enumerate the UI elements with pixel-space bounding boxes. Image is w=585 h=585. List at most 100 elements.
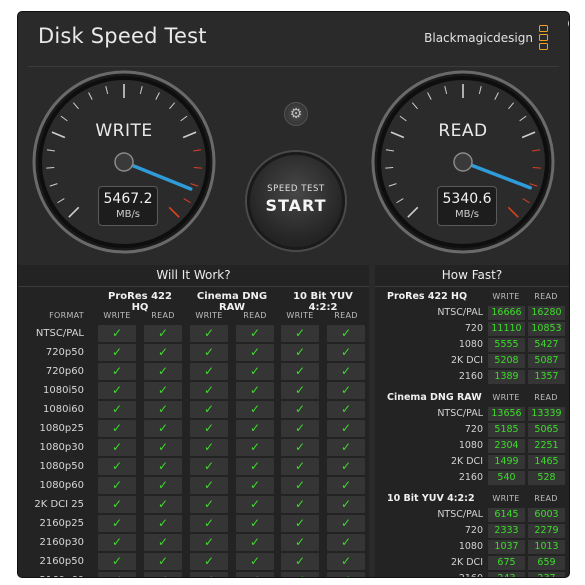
how-fast-section: ProRes 422 HQ WRITE READ NTSC/PAL 16666 16280… xyxy=(375,288,569,389)
resolution-label: 2K DCI xyxy=(450,355,483,366)
section-header: ProRes 422 HQ WRITE READ xyxy=(375,288,569,305)
format-label: 1080p30 xyxy=(39,442,84,453)
speed-row: 2K DCI 675 659 xyxy=(375,555,569,571)
section-header: Cinema DNG RAW WRITE READ xyxy=(375,389,569,406)
format-row: 1080i60 ✓ ✓ ✓ ✓ ✓ ✓ xyxy=(18,400,369,419)
check-icon: ✓ xyxy=(327,515,365,532)
check-icon: ✓ xyxy=(144,344,182,361)
resolution-label: 1080 xyxy=(458,339,483,350)
format-row: 2160p60 ✓ ✓ ✓ ✓ ✓ ✓ xyxy=(18,571,369,577)
brand-name: Blackmagicdesign xyxy=(424,31,533,45)
check-icon: ✓ xyxy=(281,458,319,475)
how-fast-title: How Fast? xyxy=(375,265,569,287)
check-icon: ✓ xyxy=(236,401,274,418)
check-icon: ✓ xyxy=(327,458,365,475)
check-icon: ✓ xyxy=(144,363,182,380)
gauge-hub xyxy=(114,152,134,172)
check-icon: ✓ xyxy=(144,439,182,456)
resolution-label: 720 xyxy=(464,525,483,536)
check-icon: ✓ xyxy=(281,420,319,437)
check-icon: ✓ xyxy=(236,496,274,513)
check-icon: ✓ xyxy=(236,382,274,399)
check-icon: ✓ xyxy=(144,420,182,437)
check-icon: ✓ xyxy=(144,496,182,513)
format-label: 1080p50 xyxy=(39,461,84,472)
how-fast-panel: How Fast? ProRes 422 HQ WRITE READ NTSC/PAL… xyxy=(375,265,569,577)
write-fps-value: 5208 xyxy=(488,354,525,368)
check-icon: ✓ xyxy=(327,363,365,380)
read-fps-value: 659 xyxy=(528,556,565,570)
check-icon: ✓ xyxy=(98,534,136,551)
read-fps-value: 16280 xyxy=(528,306,565,320)
check-icon: ✓ xyxy=(236,553,274,570)
format-label: 2K DCI 25 xyxy=(34,499,84,510)
check-icon: ✓ xyxy=(281,515,319,532)
check-icon: ✓ xyxy=(327,420,365,437)
start-button[interactable]: SPEED TEST START xyxy=(247,152,345,250)
read-fps-value: 1013 xyxy=(528,540,565,554)
check-icon: ✓ xyxy=(98,515,136,532)
brand-logo-icon xyxy=(539,25,549,50)
speed-row: 720 11110 10853 xyxy=(375,321,569,337)
settings-gear-icon[interactable]: ⚙ xyxy=(284,102,308,126)
format-row: 2160p50 ✓ ✓ ✓ ✓ ✓ ✓ xyxy=(18,552,369,571)
gauge-hub xyxy=(453,152,473,172)
speed-row: 1080 2304 2251 xyxy=(375,438,569,454)
check-icon: ✓ xyxy=(144,458,182,475)
read-fps-value: 10853 xyxy=(528,322,565,336)
check-icon: ✓ xyxy=(327,344,365,361)
read-fps-value: 237 xyxy=(528,572,565,577)
check-icon: ✓ xyxy=(190,458,228,475)
read-column-header: READ xyxy=(151,311,175,320)
read-speed-unit: MB/s xyxy=(454,209,480,220)
format-row: 1080p50 ✓ ✓ ✓ ✓ ✓ ✓ xyxy=(18,457,369,476)
resolution-label: NTSC/PAL xyxy=(437,307,483,318)
format-label: 1080i60 xyxy=(43,404,84,415)
read-fps-value: 1465 xyxy=(528,455,565,469)
resolution-label: 2160 xyxy=(458,371,483,382)
check-icon: ✓ xyxy=(190,420,228,437)
check-icon: ✓ xyxy=(236,344,274,361)
format-row: 1080p25 ✓ ✓ ✓ ✓ ✓ ✓ xyxy=(18,419,369,438)
format-column-header: FORMAT xyxy=(49,311,84,320)
check-icon: ✓ xyxy=(98,401,136,418)
resolution-label: 2K DCI xyxy=(450,456,483,467)
speed-row: 2160 243237 xyxy=(375,571,569,577)
gauges-area: WRITE 5467.2 MB/s ⚙ SPEED TEST START REA… xyxy=(18,68,569,268)
check-icon: ✓ xyxy=(327,382,365,399)
write-column-header: WRITE xyxy=(103,311,131,320)
how-fast-section: Cinema DNG RAW WRITE READ NTSC/PAL 13656 1333… xyxy=(375,389,569,490)
read-fps-value: 13339 xyxy=(528,407,565,421)
will-it-work-panel: Will It Work? FORMAT ProRes 422 HQ WRITE RE… xyxy=(18,265,369,577)
resolution-label: 1080 xyxy=(458,541,483,552)
check-icon: ✓ xyxy=(144,534,182,551)
check-icon: ✓ xyxy=(190,439,228,456)
read-column-header: READ xyxy=(243,311,267,320)
resolution-label: NTSC/PAL xyxy=(437,509,483,520)
read-readout: 5340.6 MB/s xyxy=(437,186,497,226)
section-header: 10 Bit YUV 4:2:2 WRITE READ xyxy=(375,490,569,507)
check-icon: ✓ xyxy=(281,401,319,418)
write-column-header: WRITE xyxy=(492,494,520,503)
read-fps-value: 6003 xyxy=(528,508,565,522)
read-column-header: READ xyxy=(334,311,358,320)
format-row: 720p60 ✓ ✓ ✓ ✓ ✓ ✓ xyxy=(18,362,369,381)
check-icon: ✓ xyxy=(327,439,365,456)
write-fps-value: 5185 xyxy=(488,423,525,437)
write-fps-value: 1389 xyxy=(488,370,525,384)
check-icon: ✓ xyxy=(144,382,182,399)
write-fps-value: 16666 xyxy=(488,306,525,320)
read-gauge-label: READ xyxy=(438,121,488,141)
speed-row: 2160 540 528 xyxy=(375,470,569,486)
check-icon: ✓ xyxy=(98,477,136,494)
resolution-label: 2160 xyxy=(458,472,483,483)
write-readout: 5467.2 MB/s xyxy=(98,186,158,226)
gauge-tick xyxy=(46,166,55,169)
format-rows: NTSC/PAL ✓ ✓ ✓ ✓ ✓ ✓ 720p50 ✓ ✓ ✓ ✓ ✓ ✓ 720p60 ✓ ✓ ✓ ✓ ✓ ✓ 10… xyxy=(18,324,369,577)
write-fps-value: 243 xyxy=(488,572,525,577)
check-icon: ✓ xyxy=(281,572,319,577)
check-icon: ✓ xyxy=(327,401,365,418)
write-fps-value: 675 xyxy=(488,556,525,570)
format-label: 2160p30 xyxy=(39,537,84,548)
format-row: 2160p25 ✓ ✓ ✓ ✓ ✓ ✓ xyxy=(18,514,369,533)
